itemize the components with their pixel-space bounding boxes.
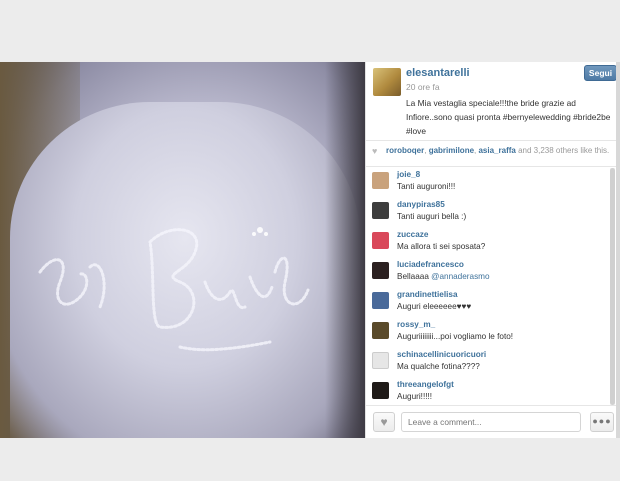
bottom-background: [0, 438, 620, 481]
avatar[interactable]: [372, 172, 389, 189]
comment-username[interactable]: rossy_m_: [397, 320, 435, 329]
comment-item: threeangelofgt Auguri!!!!!: [366, 380, 606, 405]
card-edge: [616, 62, 620, 438]
comment-username[interactable]: zuccaze: [397, 230, 428, 239]
avatar[interactable]: [372, 382, 389, 399]
like-button[interactable]: ♥: [373, 412, 395, 432]
comment-item: grandinettielisa Auguri eleeeeee♥♥♥: [366, 290, 606, 318]
comment-username[interactable]: grandinettielisa: [397, 290, 458, 299]
likes-count-text[interactable]: and 3,238 others like this.: [518, 146, 609, 155]
comment-username[interactable]: danypiras85: [397, 200, 445, 209]
post-timestamp[interactable]: 20 ore fa: [406, 82, 440, 92]
comment-item: joie_8 Tanti auguroni!!!: [366, 170, 606, 198]
comment-username[interactable]: schinacellinicuoricuori: [397, 350, 486, 359]
avatar[interactable]: [372, 322, 389, 339]
post-header: elesantarelli 20 ore fa Segui La Mia ves…: [366, 62, 617, 140]
avatar[interactable]: [372, 352, 389, 369]
liker-name[interactable]: gabrimilone: [429, 146, 474, 155]
comments-scrollbar[interactable]: [610, 168, 615, 405]
comment-username[interactable]: joie_8: [397, 170, 420, 179]
avatar[interactable]: [372, 232, 389, 249]
mention-link[interactable]: @annaderasmo: [431, 272, 489, 281]
heart-icon: ♥: [380, 415, 388, 429]
more-options-button[interactable]: ●●●: [590, 412, 614, 432]
divider: [366, 166, 617, 167]
post-photo[interactable]: [0, 62, 365, 438]
comment-input[interactable]: [401, 412, 581, 432]
avatar[interactable]: [373, 68, 401, 96]
ellipsis-icon: ●●●: [592, 416, 612, 426]
photo-background-right: [325, 62, 365, 438]
comment-text: Tanti auguroni!!!: [397, 182, 456, 191]
post-sidebar: elesantarelli 20 ore fa Segui La Mia ves…: [365, 62, 617, 438]
liker-name[interactable]: roroboqer: [386, 146, 424, 155]
avatar[interactable]: [372, 202, 389, 219]
comment-item: zuccaze Ma allora ti sei sposata?: [366, 230, 606, 258]
scrollbar-thumb[interactable]: [610, 168, 615, 405]
follow-button[interactable]: Segui: [584, 65, 617, 81]
heart-icon: ♥: [372, 146, 378, 156]
avatar[interactable]: [372, 262, 389, 279]
likes-line: ♥ roroboqer, gabrimilone, asia_raffa and…: [372, 146, 610, 156]
comment-item: luciadefrancesco Bellaaaa @annaderasmo: [366, 260, 606, 288]
avatar[interactable]: [372, 292, 389, 309]
comment-footer: ♥ ●●●: [366, 405, 617, 438]
comment-item: rossy_m_ Auguriiiiiiii...poi vogliamo le…: [366, 320, 606, 348]
comment-list: joie_8 Tanti auguroni!!! danypiras85 Tan…: [366, 168, 617, 405]
comment-item: schinacellinicuoricuori Ma qualche fotin…: [366, 350, 606, 378]
comment-text: Auguri eleeeeee♥♥♥: [397, 302, 472, 311]
top-background: [0, 0, 620, 62]
comment-text: Bellaaaa @annaderasmo: [397, 272, 490, 281]
comment-body: Bellaaaa: [397, 272, 432, 281]
comment-username[interactable]: threeangelofgt: [397, 380, 454, 389]
author-username[interactable]: elesantarelli: [406, 67, 470, 79]
comment-item: danypiras85 Tanti auguri bella :): [366, 200, 606, 228]
comment-text: Ma qualche fotina????: [397, 362, 480, 371]
comment-username[interactable]: luciadefrancesco: [397, 260, 464, 269]
post-caption: La Mia vestaglia speciale!!!the bride gr…: [406, 98, 611, 136]
rhinestone-script: [38, 227, 310, 352]
comment-text: Ma allora ti sei sposata?: [397, 242, 486, 251]
comment-text: Tanti auguri bella :): [397, 212, 467, 221]
post-card: elesantarelli 20 ore fa Segui La Mia ves…: [0, 62, 617, 438]
comment-text: Auguri!!!!!: [397, 392, 433, 401]
comment-text: Auguriiiiiiii...poi vogliamo le foto!: [397, 332, 514, 341]
divider: [366, 140, 617, 141]
liker-name[interactable]: asia_raffa: [478, 146, 515, 155]
